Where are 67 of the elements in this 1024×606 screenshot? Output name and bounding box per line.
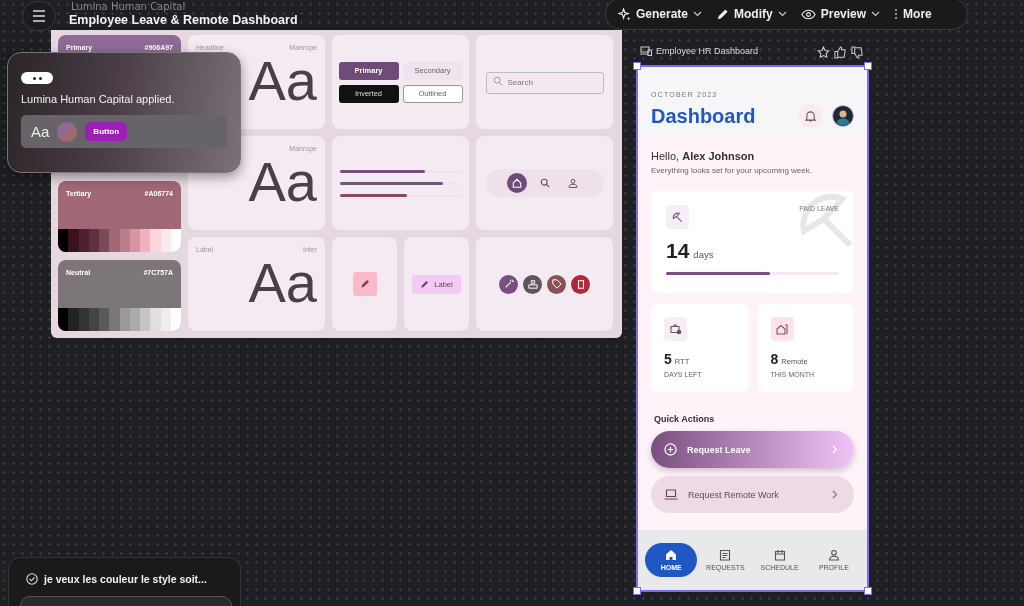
menu-icon: [32, 10, 46, 22]
house-icon: [770, 317, 794, 341]
stat-value: 5: [664, 351, 672, 367]
toolbar-button[interactable]: Generate: [616, 5, 705, 23]
action-button[interactable]: Request Leave: [651, 431, 854, 468]
edit-button[interactable]: [352, 272, 377, 296]
devices-icon: [640, 46, 652, 56]
resize-handle[interactable]: [633, 587, 641, 595]
toast-message: Lumina Human Capital applied.: [21, 93, 176, 105]
leave-value: 14: [666, 239, 690, 263]
menu-button[interactable]: [22, 1, 56, 31]
pencil-icon: [420, 279, 430, 289]
home-icon: [511, 178, 522, 188]
caret-icon: [693, 11, 703, 17]
pencil-icon: [716, 7, 730, 21]
frame-title: Employee HR Dashboard: [656, 46, 759, 56]
caret-icon: [777, 11, 787, 17]
nav-icon-button[interactable]: [506, 173, 527, 193]
chat-message: je veux les couleur le style soit...: [44, 573, 207, 585]
eye-icon: [800, 8, 816, 20]
resize-handle[interactable]: [633, 62, 641, 70]
page-title: Dashboard: [651, 104, 757, 128]
search-icon: [539, 178, 550, 188]
person-icon: [827, 549, 840, 561]
action-button[interactable]: Request Remote Work: [651, 476, 854, 513]
caret-icon: [871, 11, 881, 17]
project-name: Lumina Human Capital: [70, 1, 187, 12]
sparkle-icon: [618, 7, 631, 21]
type-sample: Aa: [248, 154, 317, 210]
screen-title: Employee Leave & Remote Dashboard: [69, 12, 298, 28]
stat-value: 8: [770, 351, 779, 367]
plus-circle-icon: [664, 443, 677, 456]
briefcase-clock-icon: [664, 317, 687, 341]
home-icon: [665, 549, 678, 561]
thumbs-up-icon[interactable]: [834, 46, 847, 59]
section-heading: Quick Actions: [654, 414, 716, 424]
thumbs-down-icon[interactable]: [851, 46, 864, 59]
greeting-subtitle: Everything looks set for your upcoming week.: [651, 166, 813, 175]
toolbar-button[interactable]: Preview: [798, 5, 883, 23]
toolbar-button[interactable]: More: [892, 5, 934, 23]
resize-handle[interactable]: [864, 587, 872, 595]
type-sample: Aa: [248, 53, 317, 109]
person-icon: [567, 178, 578, 188]
sample-button[interactable]: Button: [85, 122, 128, 141]
type-sample: Aa: [248, 255, 317, 311]
dots-pill-icon: [21, 72, 53, 84]
laptop-icon: [664, 489, 678, 500]
more-icon: [894, 8, 899, 20]
greeting: Hello, Alex Johnson: [651, 150, 756, 162]
chevron-right-icon: [832, 490, 838, 499]
search-icon: [492, 76, 503, 87]
toolbar-button[interactable]: Modify: [714, 5, 789, 23]
type-sample: Aa: [31, 123, 50, 140]
check-circle-icon: [26, 573, 38, 585]
notification-button[interactable]: [798, 104, 822, 128]
leave-unit: days: [693, 249, 714, 260]
resize-handle[interactable]: [864, 62, 872, 70]
pencil-icon: [359, 279, 370, 289]
avatar-icon[interactable]: [832, 105, 854, 127]
chevron-right-icon: [832, 445, 838, 454]
search-field[interactable]: Search: [485, 71, 604, 94]
umbrella-icon: [666, 205, 689, 229]
color-dot: [57, 121, 78, 142]
star-icon[interactable]: [817, 46, 830, 59]
list-icon: [719, 549, 732, 561]
calendar-icon: [773, 549, 786, 561]
bell-icon: [804, 110, 816, 122]
